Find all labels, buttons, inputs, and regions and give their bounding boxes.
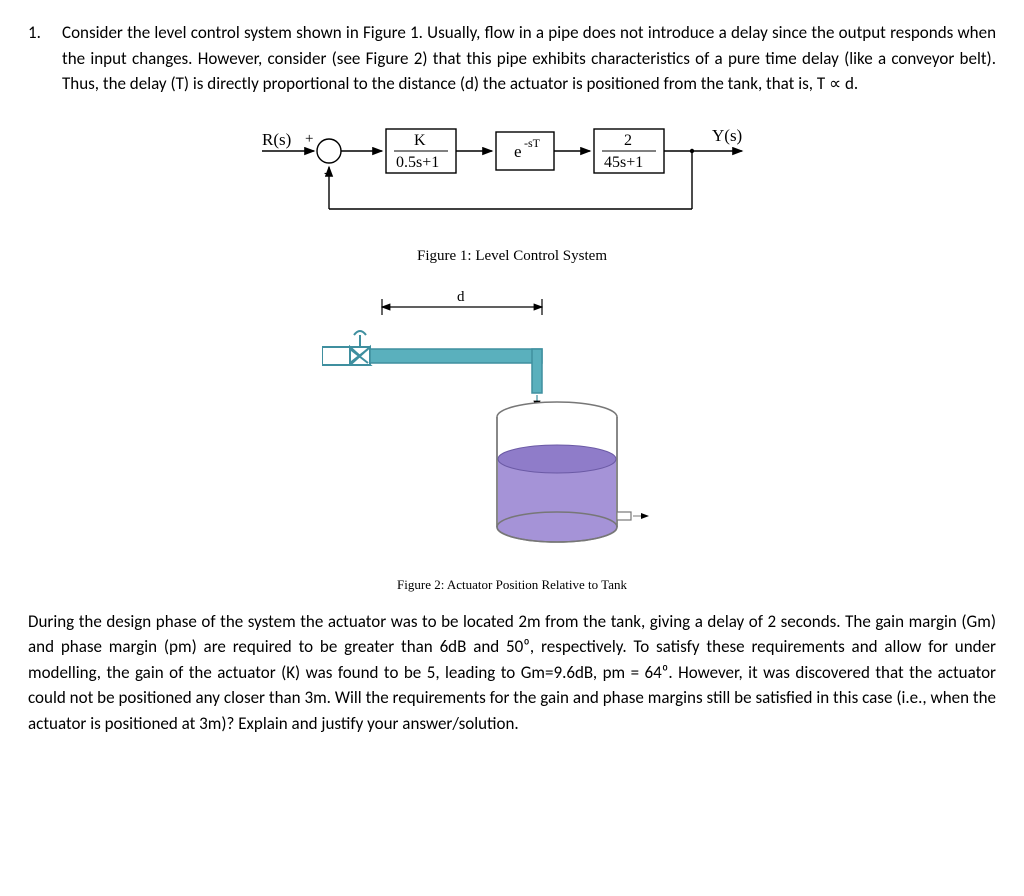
pipe-down-icon	[532, 349, 542, 393]
summing-junction-icon	[317, 139, 341, 163]
question-text-1: Consider the level control system shown …	[62, 20, 996, 97]
block-diagram-svg: R(s) + - K 0.5s+1 e -sT 2 45s+1 Y(s)	[252, 117, 772, 237]
pipe-icon	[370, 349, 542, 363]
question-number: 1.	[28, 20, 48, 97]
sum-plus: +	[305, 131, 313, 147]
figure-2: d	[28, 287, 996, 595]
question-block: 1. Consider the level control system sho…	[28, 20, 996, 97]
d-label: d	[457, 289, 465, 305]
figure-1-caption: Figure 1: Level Control System	[28, 245, 996, 268]
g3-den: 45s+1	[604, 154, 643, 171]
pickoff-node	[690, 148, 694, 152]
g3-num: 2	[624, 132, 632, 149]
g2-sup: -sT	[524, 136, 541, 150]
figure-1: R(s) + - K 0.5s+1 e -sT 2 45s+1 Y(s)	[28, 117, 996, 268]
input-label: R(s)	[262, 130, 291, 149]
g2-base: e	[514, 142, 522, 161]
tank-icon	[497, 402, 648, 542]
g1-num: K	[414, 132, 426, 149]
actuator-valve-icon	[322, 331, 370, 365]
question-text-2: During the design phase of the system th…	[28, 609, 996, 737]
figure-2-caption: Figure 2: Actuator Position Relative to …	[28, 575, 996, 595]
sum-minus: -	[324, 165, 329, 181]
g1-den: 0.5s+1	[396, 154, 439, 171]
actuator-tank-svg: d	[322, 287, 702, 567]
output-label: Y(s)	[712, 126, 742, 145]
